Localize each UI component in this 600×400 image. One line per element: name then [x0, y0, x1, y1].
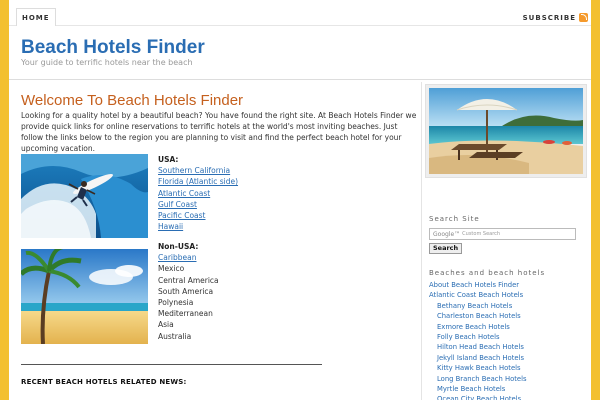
region-mediterranean: Mediterranean [158, 309, 213, 319]
beach-hotel-link[interactable]: Atlantic Coast Beach Hotels [429, 290, 527, 300]
site-header: Beach Hotels Finder Your guide to terrif… [9, 26, 591, 80]
sidebar-image-frame [425, 84, 587, 178]
news-heading: RECENT BEACH HOTELS RELATED NEWS: [21, 378, 187, 386]
search-placeholder: Custom Search [462, 231, 501, 237]
beach-hotel-link[interactable]: About Beach Hotels Finder [429, 280, 527, 290]
link-atlantic-coast[interactable]: Atlantic Coast [158, 188, 238, 199]
beach-hotel-link[interactable]: Myrtle Beach Hotels [429, 384, 527, 394]
region-australia: Australia [158, 331, 192, 341]
section-divider [21, 364, 322, 365]
beach-hotel-link[interactable]: Exmore Beach Hotels [429, 322, 527, 332]
search-input[interactable]: Google™ Custom Search [429, 228, 576, 240]
top-navbar: HOME SUBSCRIBE [9, 0, 591, 26]
link-pacific-coast[interactable]: Pacific Coast [158, 210, 238, 221]
palm-beach-image [21, 249, 148, 344]
site-title[interactable]: Beach Hotels Finder [21, 37, 205, 59]
beach-umbrella-image [429, 88, 583, 174]
beach-hotel-link[interactable]: Long Branch Beach Hotels [429, 374, 527, 384]
page-frame-right [591, 0, 600, 400]
page-frame-left [0, 0, 9, 400]
link-caribbean[interactable]: Caribbean [158, 252, 219, 263]
page-title: Welcome To Beach Hotels Finder [21, 92, 244, 109]
subscribe-link[interactable]: SUBSCRIBE [523, 13, 588, 22]
beach-hotel-link[interactable]: Folly Beach Hotels [429, 332, 527, 342]
beaches-widget-title: Beaches and beach hotels [429, 269, 546, 277]
main-content: Welcome To Beach Hotels Finder Looking f… [9, 82, 421, 400]
beach-hotel-link[interactable]: Charleston Beach Hotels [429, 311, 527, 321]
usa-heading: USA: [158, 155, 179, 164]
link-southern-california[interactable]: Southern California [158, 165, 238, 176]
link-gulf-coast[interactable]: Gulf Coast [158, 199, 238, 210]
region-polynesia: Polynesia [158, 298, 194, 308]
link-florida-atlantic[interactable]: Florida (Atlantic side) [158, 176, 238, 187]
intro-paragraph: Looking for a quality hotel by a beautif… [21, 111, 417, 153]
link-hawaii[interactable]: Hawaii [158, 221, 238, 232]
usa-regions: USA: Southern California Florida (Atlant… [158, 154, 238, 232]
subscribe-label[interactable]: SUBSCRIBE [523, 14, 576, 22]
surfer-image [21, 154, 148, 238]
rss-icon[interactable] [579, 13, 588, 22]
site-description: Your guide to terrific hotels near the b… [21, 58, 193, 67]
page: HOME SUBSCRIBE Beach Hotels Finder Your … [9, 0, 591, 400]
region-mexico: Mexico [158, 264, 185, 274]
search-widget-title: Search Site [429, 215, 480, 223]
google-label: Google™ [433, 230, 461, 238]
non-usa-heading: Non-USA: [158, 242, 199, 251]
beach-hotel-links: About Beach Hotels Finder Atlantic Coast … [429, 280, 527, 400]
sidebar: Search Site Google™ Custom Search Search… [421, 82, 591, 400]
beach-hotel-link[interactable]: Kitty Hawk Beach Hotels [429, 363, 527, 373]
nav-home-tab[interactable]: HOME [16, 8, 56, 26]
region-south-america: South America [158, 286, 214, 296]
beach-hotel-link[interactable]: Hilton Head Beach Hotels [429, 342, 527, 352]
beach-hotel-link[interactable]: Jekyll Island Beach Hotels [429, 353, 527, 363]
beach-hotel-link[interactable]: Bethany Beach Hotels [429, 301, 527, 311]
region-central-america: Central America [158, 275, 219, 285]
search-button[interactable]: Search [429, 243, 463, 254]
non-usa-regions: Non-USA: Caribbean Mexico Central Americ… [158, 241, 219, 342]
beach-hotel-link[interactable]: Ocean City Beach Hotels [429, 394, 527, 400]
region-asia: Asia [158, 320, 174, 330]
